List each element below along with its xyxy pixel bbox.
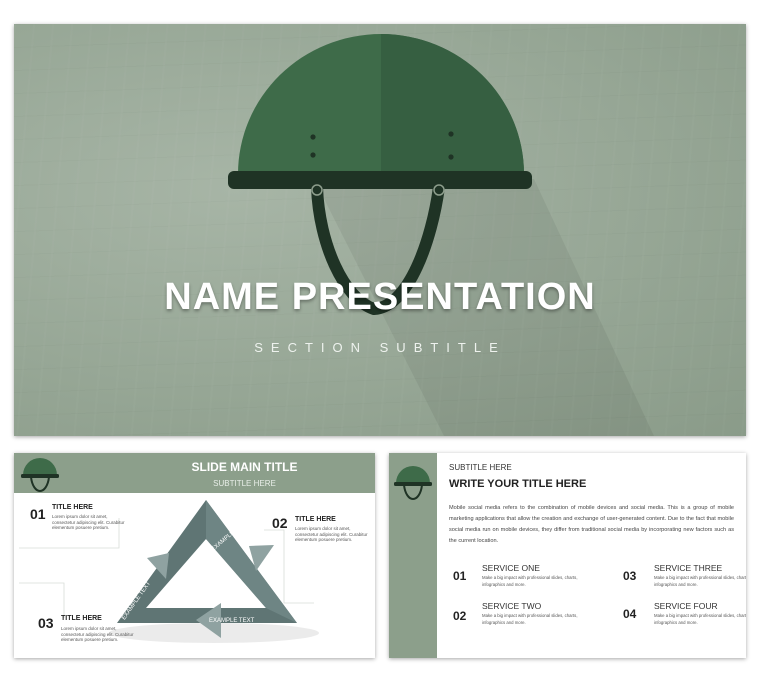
service-title: SERVICE FOUR: [654, 601, 718, 611]
section-subtitle: SECTION SUBTITLE: [254, 340, 506, 355]
item-body: Lorem ipsum dolor sit amet, consectetur …: [295, 526, 368, 542]
service-title: SERVICE ONE: [482, 563, 540, 573]
slide-title: WRITE YOUR TITLE HERE: [449, 478, 587, 490]
item-number: 03: [38, 615, 54, 631]
item-number: 02: [272, 515, 288, 531]
service-body: Make a big impact with professional slid…: [654, 613, 746, 625]
service-number: 04: [623, 607, 637, 621]
item-title: TITLE HERE: [61, 615, 102, 622]
service-body: Make a big impact with professional slid…: [482, 575, 578, 587]
item-body: Lorem ipsum dolor sit amet, consectetur …: [52, 514, 125, 530]
item-title: TITLE HERE: [52, 504, 93, 511]
helmet-icon: [394, 466, 432, 501]
service-body: Make a big impact with professional slid…: [654, 575, 746, 587]
service-title: SERVICE THREE: [654, 563, 723, 573]
item-number: 01: [30, 506, 46, 522]
service-number: 02: [453, 609, 467, 623]
content-slide-preview-1[interactable]: SLIDE MAIN TITLE SUBTITLE HERE EXAMPLE T…: [14, 453, 375, 658]
item-title: TITLE HERE: [295, 516, 336, 523]
service-title: SERVICE TWO: [482, 601, 542, 611]
slide-subtitle: SUBTITLE HERE: [449, 463, 512, 472]
service-number: 01: [453, 569, 467, 583]
content-slide-preview-2[interactable]: SUBTITLE HERE WRITE YOUR TITLE HERE Mobi…: [389, 453, 746, 658]
cycle-label: EXAMPLE TEXT: [209, 618, 255, 624]
presentation-title: NAME PRESENTATION: [164, 276, 596, 318]
helmet-icon: [228, 34, 654, 436]
service-number: 03: [623, 569, 637, 583]
title-slide-preview[interactable]: NAME PRESENTATION SECTION SUBTITLE: [14, 24, 746, 436]
item-body: Lorem ipsum dolor sit amet, consectetur …: [61, 626, 134, 642]
body-paragraph: Mobile social media refers to the combin…: [449, 505, 734, 544]
service-body: Make a big impact with professional slid…: [482, 613, 578, 625]
